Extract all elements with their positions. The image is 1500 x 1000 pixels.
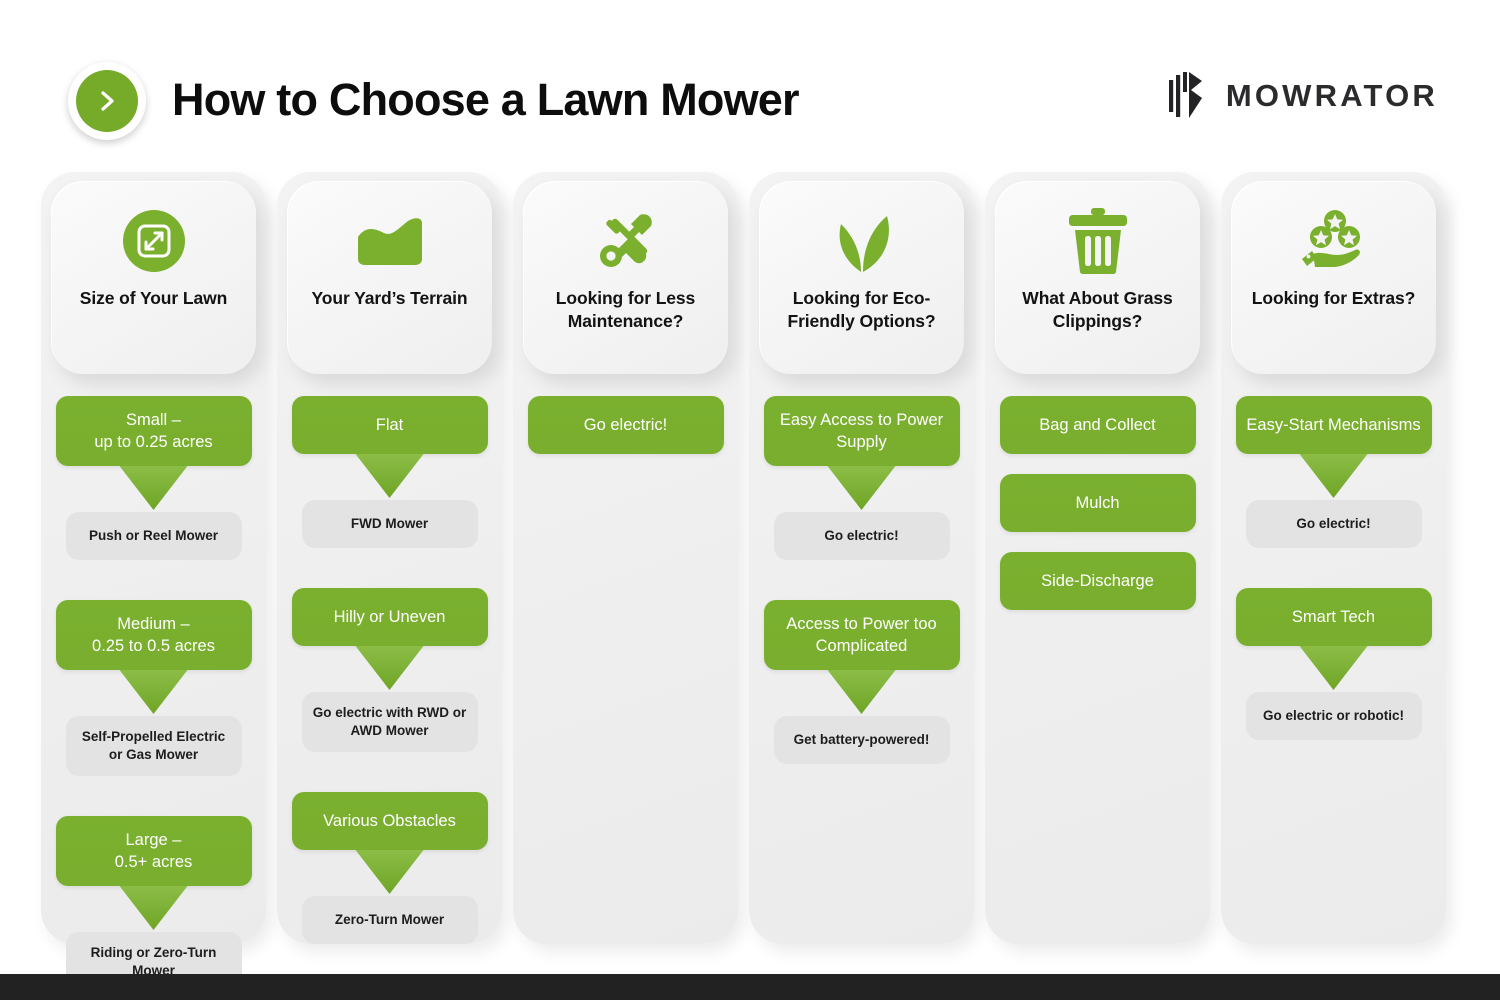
decision-column: Looking for Eco-Friendly Options? Easy Ac… — [749, 172, 974, 944]
column-title: Looking for Less Maintenance? — [555, 288, 696, 331]
column-body: Small – up to 0.25 acres Push or Reel Mow… — [41, 374, 266, 1000]
option-chip[interactable]: Go electric! — [527, 396, 724, 454]
decision-column: Looking for Less Maintenance? Go electric… — [513, 172, 738, 944]
column-header-card: Looking for Extras? — [1231, 181, 1436, 374]
decision-group: Bag and Collect — [999, 396, 1196, 454]
columns-container: Size of Your Lawn Small – up to 0.25 acre… — [41, 172, 1461, 992]
trash-can-icon — [1067, 205, 1129, 277]
decision-group: Go electric! — [527, 396, 724, 454]
decision-column: What About Grass Clippings? Bag and Colle… — [985, 172, 1210, 944]
column-header-card: Your Yard’s Terrain — [287, 181, 492, 374]
decision-column: Size of Your Lawn Small – up to 0.25 acre… — [41, 172, 266, 992]
option-chip[interactable]: Smart Tech — [1235, 588, 1432, 646]
column-header-card: Looking for Eco-Friendly Options? — [759, 181, 964, 374]
decision-group: Hilly or Uneven Go electric with RWD or A… — [291, 588, 488, 752]
column-header-card: Looking for Less Maintenance? — [523, 181, 728, 374]
arrow-down-icon — [1236, 454, 1432, 500]
option-chip[interactable]: Easy Access to Power Supply — [763, 396, 960, 466]
arrow-down-icon — [292, 646, 488, 692]
page-title: How to Choose a Lawn Mower — [172, 74, 800, 125]
recommendation-chip[interactable]: Get battery-powered! — [773, 716, 950, 764]
arrow-down-icon — [56, 886, 252, 932]
decision-group: Easy Access to Power Supply Go electric! — [763, 396, 960, 560]
decision-group: Various Obstacles Zero-Turn Mower — [291, 792, 488, 944]
column-title: Your Yard’s Terrain — [311, 288, 468, 308]
wrench-screwdriver-icon — [594, 205, 658, 277]
terrain-hill-icon — [354, 205, 426, 277]
arrow-down-icon — [764, 466, 960, 512]
infographic-page: How to Choose a Lawn Mower MOWRATOR Size… — [0, 0, 1500, 1000]
option-chip[interactable]: Easy-Start Mechanisms — [1235, 396, 1432, 454]
brand-logo: MOWRATOR — [1167, 72, 1438, 120]
option-chip[interactable]: Medium – 0.25 to 0.5 acres — [55, 600, 252, 670]
option-chip[interactable]: Various Obstacles — [291, 792, 488, 850]
decision-group: Large – 0.5+ acres Riding or Zero-Turn Mo… — [55, 816, 252, 992]
decision-column: Looking for Extras? Easy-Start Mechanisms… — [1221, 172, 1446, 944]
option-chip[interactable]: Hilly or Uneven — [291, 588, 488, 646]
recommendation-chip[interactable]: Zero-Turn Mower — [301, 896, 478, 944]
recommendation-chip[interactable]: FWD Mower — [301, 500, 478, 548]
option-chip[interactable]: Bag and Collect — [999, 396, 1196, 454]
mowrator-logo-mark-icon — [1167, 72, 1209, 120]
decision-group: Small – up to 0.25 acres Push or Reel Mow… — [55, 396, 252, 560]
decision-group: Mulch — [999, 474, 1196, 532]
option-chip[interactable]: Small – up to 0.25 acres — [55, 396, 252, 466]
column-body: Easy-Start Mechanisms Go electric! Smart T… — [1221, 374, 1446, 944]
brand-name: MOWRATOR — [1225, 78, 1438, 113]
decision-group: Side-Discharge — [999, 552, 1196, 610]
option-chip[interactable]: Flat — [291, 396, 488, 454]
hand-holding-stars-icon — [1299, 205, 1369, 277]
arrow-down-icon — [292, 850, 488, 896]
column-title: Looking for Eco-Friendly Options? — [787, 288, 936, 331]
recommendation-chip[interactable]: Push or Reel Mower — [65, 512, 242, 560]
column-body: Flat FWD Mower Hilly or Uneven Go electric … — [277, 374, 502, 958]
column-title: Size of Your Lawn — [79, 288, 228, 308]
option-chip[interactable]: Large – 0.5+ acres — [55, 816, 252, 886]
chevron-right-icon — [68, 62, 146, 140]
decision-group: Flat FWD Mower — [291, 396, 488, 548]
decision-column: Your Yard’s Terrain Flat FWD Mower Hilly or… — [277, 172, 502, 944]
decision-group: Easy-Start Mechanisms Go electric! — [1235, 396, 1432, 548]
footer-bar — [0, 974, 1500, 1000]
decision-group: Access to Power too Complicated Get batte… — [763, 600, 960, 764]
arrow-down-icon — [56, 670, 252, 716]
option-chip[interactable]: Side-Discharge — [999, 552, 1196, 610]
recommendation-chip[interactable]: Go electric with RWD or AWD Mower — [301, 692, 478, 752]
decision-group: Smart Tech Go electric or robotic! — [1235, 588, 1432, 740]
recommendation-chip[interactable]: Go electric or robotic! — [1245, 692, 1422, 740]
recommendation-chip[interactable]: Go electric! — [773, 512, 950, 560]
column-header-card: What About Grass Clippings? — [995, 181, 1200, 374]
column-body: Easy Access to Power Supply Go electric! A… — [749, 374, 974, 944]
arrow-down-icon — [56, 466, 252, 512]
recommendation-chip[interactable]: Go electric! — [1245, 500, 1422, 548]
arrow-down-icon — [764, 670, 960, 716]
leaves-icon — [827, 205, 897, 277]
column-title: Looking for Extras? — [1251, 288, 1416, 308]
arrow-down-icon — [292, 454, 488, 500]
arrow-down-icon — [1236, 646, 1432, 692]
option-chip[interactable]: Access to Power too Complicated — [763, 600, 960, 670]
decision-group: Medium – 0.25 to 0.5 acres Self-Propelled… — [55, 600, 252, 776]
recommendation-chip[interactable]: Self-Propelled Electric or Gas Mower — [65, 716, 242, 776]
expand-arrows-in-square-icon — [122, 205, 186, 277]
column-title: What About Grass Clippings? — [1022, 288, 1173, 331]
option-chip[interactable]: Mulch — [999, 474, 1196, 532]
column-body: Bag and Collect Mulch Side-Discharge — [985, 374, 1210, 944]
page-header: How to Choose a Lawn Mower MOWRATOR — [0, 0, 1500, 172]
column-header-card: Size of Your Lawn — [51, 181, 256, 374]
column-body: Go electric! — [513, 374, 738, 944]
